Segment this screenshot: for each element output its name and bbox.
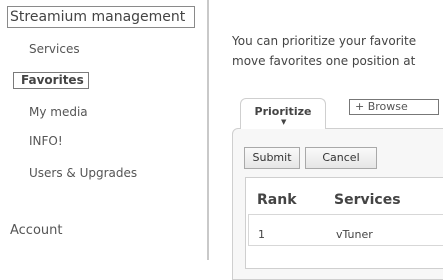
intro-line-2: move favorites one position at [232, 54, 416, 68]
table-cell-service: vTuner [336, 228, 373, 241]
sidebar-item-info[interactable]: INFO! [29, 134, 63, 148]
tab-browse[interactable]: + Browse [349, 99, 439, 115]
table-cell-rank: 1 [258, 228, 265, 241]
sidebar: Streamium management Services Favorites … [0, 0, 207, 260]
cancel-button[interactable]: Cancel [305, 147, 377, 169]
submit-button[interactable]: Submit [244, 147, 300, 169]
sidebar-item-users-upgrades[interactable]: Users & Upgrades [29, 166, 137, 180]
sidebar-title: Streamium management [7, 6, 195, 28]
intro-text: You can prioritize your favorite move fa… [232, 31, 416, 71]
tab-prioritize-label: Prioritize [254, 105, 312, 118]
sidebar-item-my-media[interactable]: My media [29, 105, 88, 119]
sidebar-item-services[interactable]: Services [29, 42, 80, 56]
column-header-services[interactable]: Services [334, 192, 401, 208]
caret-down-icon: ▼ [281, 118, 287, 126]
sidebar-item-account[interactable]: Account [10, 223, 63, 238]
intro-line-1: You can prioritize your favorite [232, 34, 417, 48]
tab-prioritize[interactable]: Prioritize ▼ [240, 98, 326, 129]
column-header-rank[interactable]: Rank [257, 192, 297, 208]
sidebar-item-favorites[interactable]: Favorites [13, 72, 89, 89]
sidebar-divider [207, 0, 209, 260]
